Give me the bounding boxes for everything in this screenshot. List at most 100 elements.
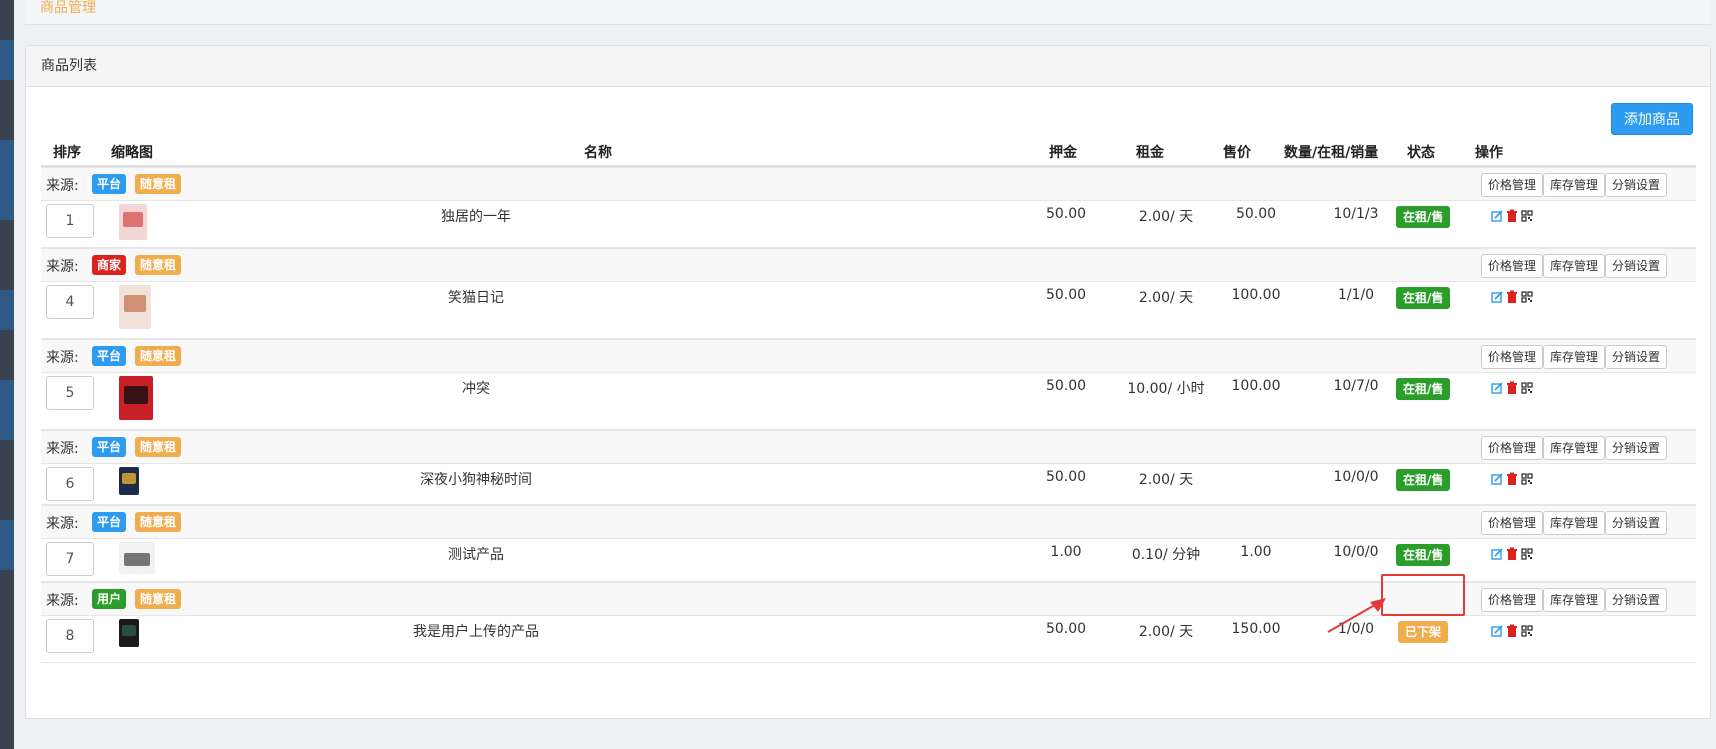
price-management-button[interactable]: 价格管理 <box>1481 511 1544 535</box>
deposit-value: 1.00 <box>1050 544 1082 560</box>
table-row: 深夜小狗神秘时间50.002.00/ 天10/0/0在租/售 <box>41 464 1696 505</box>
source-row: 来源: 平台 随意租 价格管理 库存管理 分销设置 <box>41 339 1696 373</box>
price-management-button[interactable]: 价格管理 <box>1481 588 1544 612</box>
distribution-settings-button[interactable]: 分销设置 <box>1605 345 1668 369</box>
qr-code-icon[interactable] <box>1521 547 1533 561</box>
stock-management-button[interactable]: 库存管理 <box>1543 173 1606 197</box>
header-ops: 操作 <box>1475 145 1503 161</box>
sort-order-input[interactable] <box>46 204 94 238</box>
sort-order-input[interactable] <box>46 285 94 319</box>
sale-price-value: 1.00 <box>1240 544 1272 560</box>
edit-icon[interactable] <box>1491 547 1503 561</box>
trash-icon[interactable] <box>1506 381 1518 395</box>
sale-price-value: 100.00 <box>1231 378 1281 394</box>
rent-mode-badge: 随意租 <box>135 512 182 532</box>
source-row: 来源: 平台 随意租 价格管理 库存管理 分销设置 <box>41 505 1696 539</box>
rent-value: 0.10/ 分钟 <box>1131 547 1201 563</box>
product-name: 独居的一年 <box>441 209 511 225</box>
status-badge[interactable]: 在租/售 <box>1396 206 1451 228</box>
source-label: 来源: <box>46 178 79 194</box>
product-list-panel: 商品列表 添加商品 排序 缩略图 名称 押金 租金 售价 数量/在租/销量 状态… <box>25 45 1711 719</box>
trash-icon[interactable] <box>1506 624 1518 638</box>
breadcrumb[interactable]: 商品管理 <box>40 0 96 17</box>
table-header: 排序 缩略图 名称 押金 租金 售价 数量/在租/销量 状态 操作 <box>41 139 1696 167</box>
rent-mode-badge: 随意租 <box>135 437 182 457</box>
stock-management-button[interactable]: 库存管理 <box>1543 511 1606 535</box>
rent-value: 2.00/ 天 <box>1138 290 1194 306</box>
row-actions <box>1491 472 1551 488</box>
rent-mode-badge: 随意租 <box>135 174 182 194</box>
deposit-value: 50.00 <box>1045 378 1087 394</box>
rent-value: 2.00/ 天 <box>1138 624 1194 640</box>
product-thumbnail <box>119 619 139 647</box>
header-status: 状态 <box>1407 145 1435 161</box>
rent-mode-badge: 随意租 <box>135 346 182 366</box>
source-row: 来源: 商家 随意租 价格管理 库存管理 分销设置 <box>41 248 1696 282</box>
qr-code-icon[interactable] <box>1521 472 1533 486</box>
qr-code-icon[interactable] <box>1521 209 1533 223</box>
sort-order-input[interactable] <box>46 542 94 576</box>
status-badge[interactable]: 在租/售 <box>1396 378 1451 400</box>
source-badge: 平台 <box>92 346 127 366</box>
distribution-settings-button[interactable]: 分销设置 <box>1605 436 1668 460</box>
trash-icon[interactable] <box>1506 209 1518 223</box>
qr-code-icon[interactable] <box>1521 381 1533 395</box>
panel-title: 商品列表 <box>26 46 1710 87</box>
header-sort: 排序 <box>53 145 81 161</box>
source-label: 来源: <box>46 350 79 366</box>
deposit-value: 50.00 <box>1045 287 1087 303</box>
price-management-button[interactable]: 价格管理 <box>1481 345 1544 369</box>
edit-icon[interactable] <box>1491 209 1503 223</box>
trash-icon[interactable] <box>1506 547 1518 561</box>
product-thumbnail <box>119 285 151 329</box>
sort-order-input[interactable] <box>46 376 94 410</box>
trash-icon[interactable] <box>1506 290 1518 304</box>
table-row: 独居的一年50.002.00/ 天50.0010/1/3在租/售 <box>41 201 1696 248</box>
distribution-settings-button[interactable]: 分销设置 <box>1605 254 1668 278</box>
row-actions <box>1491 209 1551 225</box>
add-product-button[interactable]: 添加商品 <box>1611 103 1693 135</box>
source-label: 来源: <box>46 593 79 609</box>
status-badge[interactable]: 在租/售 <box>1396 469 1451 491</box>
stock-management-button[interactable]: 库存管理 <box>1543 254 1606 278</box>
sort-order-input[interactable] <box>46 467 94 501</box>
product-name: 测试产品 <box>448 547 504 563</box>
edit-icon[interactable] <box>1491 381 1503 395</box>
stock-management-button[interactable]: 库存管理 <box>1543 436 1606 460</box>
breadcrumb-bar: 商品管理 <box>25 0 1711 25</box>
edit-icon[interactable] <box>1491 290 1503 304</box>
source-badge: 用户 <box>92 589 127 609</box>
edit-icon[interactable] <box>1491 472 1503 486</box>
header-qty: 数量/在租/销量 <box>1284 145 1379 161</box>
header-deposit: 押金 <box>1049 145 1077 161</box>
status-badge[interactable]: 在租/售 <box>1396 544 1451 566</box>
row-actions <box>1491 624 1551 640</box>
qr-code-icon[interactable] <box>1521 290 1533 304</box>
product-name: 我是用户上传的产品 <box>413 624 539 640</box>
trash-icon[interactable] <box>1506 472 1518 486</box>
rent-mode-badge: 随意租 <box>135 589 182 609</box>
sale-price-value: 50.00 <box>1235 206 1277 222</box>
price-management-button[interactable]: 价格管理 <box>1481 173 1544 197</box>
product-thumbnail <box>119 204 147 240</box>
product-name: 笑猫日记 <box>448 290 504 306</box>
status-badge[interactable]: 在租/售 <box>1396 287 1451 309</box>
source-badge: 商家 <box>92 255 127 275</box>
sort-order-input[interactable] <box>46 619 94 653</box>
sale-price-value: 100.00 <box>1231 287 1281 303</box>
source-label: 来源: <box>46 441 79 457</box>
distribution-settings-button[interactable]: 分销设置 <box>1605 511 1668 535</box>
rent-value: 10.00/ 小时 <box>1127 381 1205 397</box>
edit-icon[interactable] <box>1491 624 1503 638</box>
distribution-settings-button[interactable]: 分销设置 <box>1605 173 1668 197</box>
row-actions <box>1491 381 1551 397</box>
distribution-settings-button[interactable]: 分销设置 <box>1605 588 1668 612</box>
stock-management-button[interactable]: 库存管理 <box>1543 588 1606 612</box>
status-badge[interactable]: 已下架 <box>1398 621 1449 643</box>
product-name: 冲突 <box>462 381 490 397</box>
sale-price-value: 150.00 <box>1231 621 1281 637</box>
stock-management-button[interactable]: 库存管理 <box>1543 345 1606 369</box>
price-management-button[interactable]: 价格管理 <box>1481 254 1544 278</box>
qr-code-icon[interactable] <box>1521 624 1533 638</box>
price-management-button[interactable]: 价格管理 <box>1481 436 1544 460</box>
